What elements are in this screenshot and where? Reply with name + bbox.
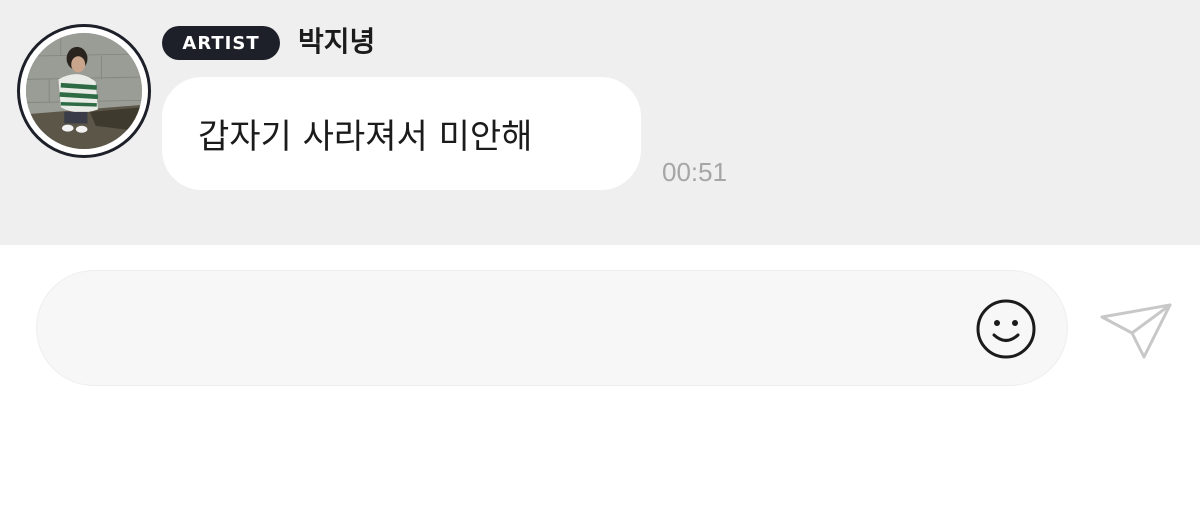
message-bubble[interactable]: 갑자기 사라져서 미안해 (162, 77, 641, 190)
message-text: 갑자기 사라져서 미안해 (198, 117, 533, 157)
message-input-container[interactable] (36, 270, 1068, 386)
emoji-button[interactable] (975, 298, 1037, 360)
avatar-photo (26, 33, 142, 149)
chat-area: ARTIST 박지녕 갑자기 사라져서 미안해 00:51 (0, 0, 1200, 245)
send-button[interactable] (1098, 297, 1174, 361)
artist-badge: ARTIST (162, 26, 280, 60)
composer-bar (0, 245, 1200, 513)
smiley-face-icon (976, 299, 1036, 359)
sender-name[interactable]: 박지녕 (298, 24, 375, 60)
message-input[interactable] (77, 271, 957, 385)
sender-avatar[interactable] (17, 24, 151, 158)
paper-plane-icon (1100, 303, 1172, 359)
message-timestamp: 00:51 (662, 157, 728, 187)
